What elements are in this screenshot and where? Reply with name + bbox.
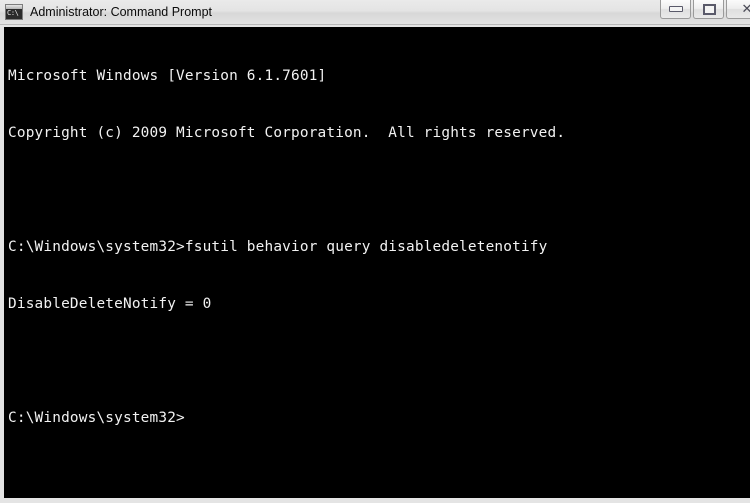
console-line: Microsoft Windows [Version 6.1.7601] — [8, 68, 327, 84]
command-prompt-window: C:\ Administrator: Command Prompt ✕ Micr… — [0, 0, 750, 503]
title-bar[interactable]: C:\ Administrator: Command Prompt ✕ — [0, 0, 750, 25]
maximize-button[interactable] — [693, 0, 724, 19]
close-button[interactable]: ✕ — [726, 0, 750, 19]
console-line-result: DisableDeleteNotify = 0 — [8, 296, 212, 312]
console-line: Copyright (c) 2009 Microsoft Corporation… — [8, 125, 566, 141]
window-title: Administrator: Command Prompt — [30, 5, 213, 19]
console-line-prompt: C:\Windows\system32> — [8, 410, 185, 426]
icon-prompt-text: C:\ — [7, 9, 19, 17]
window-controls: ✕ — [658, 0, 750, 22]
console-text: Microsoft Windows [Version 6.1.7601] Cop… — [8, 29, 565, 466]
command-prompt-icon: C:\ — [5, 4, 23, 20]
close-icon: ✕ — [741, 2, 750, 17]
minimize-icon — [669, 6, 683, 12]
console-output-area[interactable]: Microsoft Windows [Version 6.1.7601] Cop… — [4, 27, 750, 498]
minimize-button[interactable] — [660, 0, 691, 19]
maximize-icon — [703, 4, 716, 15]
console-frame: Microsoft Windows [Version 6.1.7601] Cop… — [0, 25, 750, 503]
console-line-command: C:\Windows\system32>fsutil behavior quer… — [8, 239, 548, 255]
